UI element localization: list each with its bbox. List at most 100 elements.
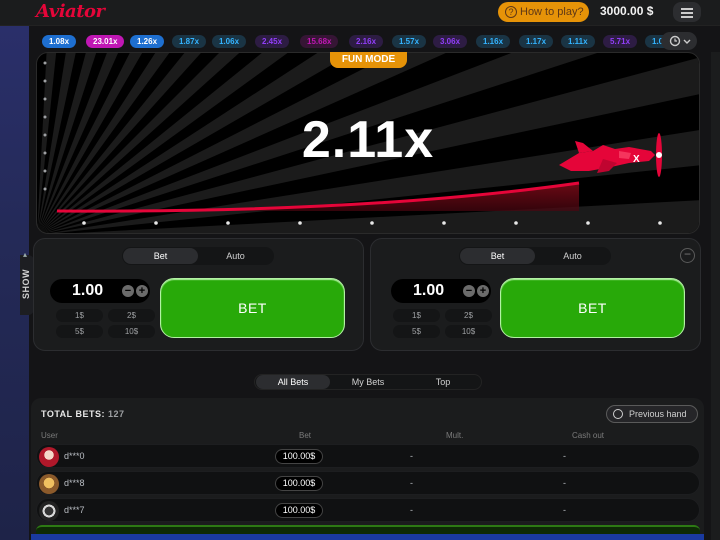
total-bets-label: TOTAL BETS: (41, 409, 105, 419)
balance-value: 3000.00 (600, 4, 644, 18)
minus-button[interactable]: − (463, 285, 475, 297)
show-label: SHOW (21, 269, 31, 299)
chip-5[interactable]: 5$ (56, 325, 103, 338)
tab-top[interactable]: Top (406, 375, 480, 389)
y-axis-dot (43, 187, 47, 191)
total-bets-count: 127 (108, 409, 125, 419)
multiplier-history: 1.08x 23.01x 1.26x 1.87x 1.06x 2.45x 15.68x 2.1… (36, 32, 700, 50)
x-axis-dot (586, 221, 590, 225)
bet-amount-value: 1.00 (413, 282, 445, 299)
chevron-up-icon: ▴ (23, 250, 28, 259)
history-multiplier: 3.06x (433, 35, 468, 48)
history-multiplier: 1.87x (172, 35, 207, 48)
bets-panel: TOTAL BETS: 127 Previous hand User Bet M… (31, 398, 704, 540)
column-mult: Mult. (446, 431, 464, 440)
user-name: d***0 (64, 451, 85, 461)
bet-amount-input[interactable]: 1.00 − + (391, 279, 491, 303)
fun-mode-badge: FUN MODE (330, 52, 407, 68)
x-axis-dot (370, 221, 374, 225)
chip-10[interactable]: 10$ (108, 325, 155, 338)
bottom-bar (31, 534, 704, 540)
tab-auto[interactable]: Auto (535, 248, 610, 264)
menu-button[interactable] (673, 2, 701, 22)
history-multiplier: 2.45x (255, 35, 290, 48)
history-multiplier: 23.01x (86, 35, 125, 48)
chip-1[interactable]: 1$ (393, 309, 440, 322)
avatar (39, 501, 59, 521)
avatar (39, 447, 59, 467)
bet-amount-input[interactable]: 1.00 − + (50, 279, 150, 303)
tab-all-bets[interactable]: All Bets (256, 375, 330, 389)
bet-mode-tabs: Bet Auto (459, 247, 611, 265)
column-user: User (41, 431, 58, 440)
minus-button[interactable]: − (122, 285, 134, 297)
y-axis-dot (43, 79, 47, 83)
history-clock-icon (669, 35, 691, 47)
y-axis-dot (43, 151, 47, 155)
history-multiplier: 1.08x (42, 35, 77, 48)
right-scroll-area (711, 52, 720, 540)
history-multiplier: 5.71x (603, 35, 638, 48)
history-clock-icon (613, 409, 623, 419)
cashout-value: - (563, 505, 566, 515)
bet-amount: 100.00$ (275, 476, 323, 491)
history-multiplier: 1.17x (519, 35, 554, 48)
avatar (39, 474, 59, 494)
top-header: Aviator ? How to play? 3000.00 $ (0, 0, 720, 26)
svg-text:X: X (633, 154, 640, 165)
cashout-value: - (563, 478, 566, 488)
bet-amount: 100.00$ (275, 503, 323, 518)
history-multiplier: 1.26x (130, 35, 165, 48)
cashout-value: - (563, 451, 566, 461)
history-multiplier: 1.11x (561, 35, 595, 48)
x-axis-dot (514, 221, 518, 225)
chip-1[interactable]: 1$ (56, 309, 103, 322)
tab-bet[interactable]: Bet (460, 248, 535, 264)
question-icon: ? (505, 6, 517, 18)
multiplier-value: - (410, 478, 413, 488)
multiplier-value: - (410, 505, 413, 515)
total-bets: TOTAL BETS: 127 (41, 409, 125, 419)
bets-tabs: All Bets My Bets Top (254, 374, 482, 390)
column-bet: Bet (299, 431, 312, 440)
bet-panel-2: Bet Auto − 1.00 − + 1$ 2$ 5$ 10$ BET (370, 238, 701, 351)
history-multiplier: 1.06x (212, 35, 247, 48)
column-cashout: Cash out (572, 431, 605, 440)
chip-10[interactable]: 10$ (445, 325, 492, 338)
tab-my-bets[interactable]: My Bets (331, 375, 405, 389)
tab-auto[interactable]: Auto (198, 248, 273, 264)
multiplier-value: - (410, 451, 413, 461)
plus-button[interactable]: + (477, 285, 489, 297)
plus-button[interactable]: + (136, 285, 148, 297)
how-to-play-button[interactable]: ? How to play? (498, 2, 589, 22)
bet-button[interactable]: BET (160, 278, 345, 338)
x-axis-dot (226, 221, 230, 225)
aviator-logo[interactable]: Aviator (36, 1, 105, 22)
show-chat-tab[interactable]: SHOW (20, 255, 34, 315)
x-axis-dot (658, 221, 662, 225)
previous-hand-label: Previous hand (629, 409, 687, 419)
table-row: d***0 100.00$ - - (36, 444, 700, 468)
history-multiplier: 1.57x (392, 35, 427, 48)
y-axis-dot (43, 97, 47, 101)
y-axis-dot (43, 169, 47, 173)
table-row: d***7 100.00$ - - (36, 498, 700, 522)
x-axis-dot (82, 221, 86, 225)
previous-hand-button[interactable]: Previous hand (606, 405, 698, 423)
bet-amount: 100.00$ (275, 449, 323, 464)
x-axis-dot (442, 221, 446, 225)
bet-button[interactable]: BET (500, 278, 685, 338)
history-multiplier: 15.68x (300, 35, 339, 48)
history-multiplier: 2.16x (349, 35, 384, 48)
chip-5[interactable]: 5$ (393, 325, 440, 338)
history-dropdown-button[interactable] (661, 32, 697, 50)
user-name: d***7 (64, 505, 85, 515)
y-axis-dot (43, 133, 47, 137)
tab-bet[interactable]: Bet (123, 248, 198, 264)
table-row: d***8 100.00$ - - (36, 471, 700, 495)
minus-circle-icon[interactable]: − (680, 248, 695, 263)
user-name: d***8 (64, 478, 85, 488)
chip-2[interactable]: 2$ (108, 309, 155, 322)
balance-currency: $ (646, 4, 654, 18)
chip-2[interactable]: 2$ (445, 309, 492, 322)
